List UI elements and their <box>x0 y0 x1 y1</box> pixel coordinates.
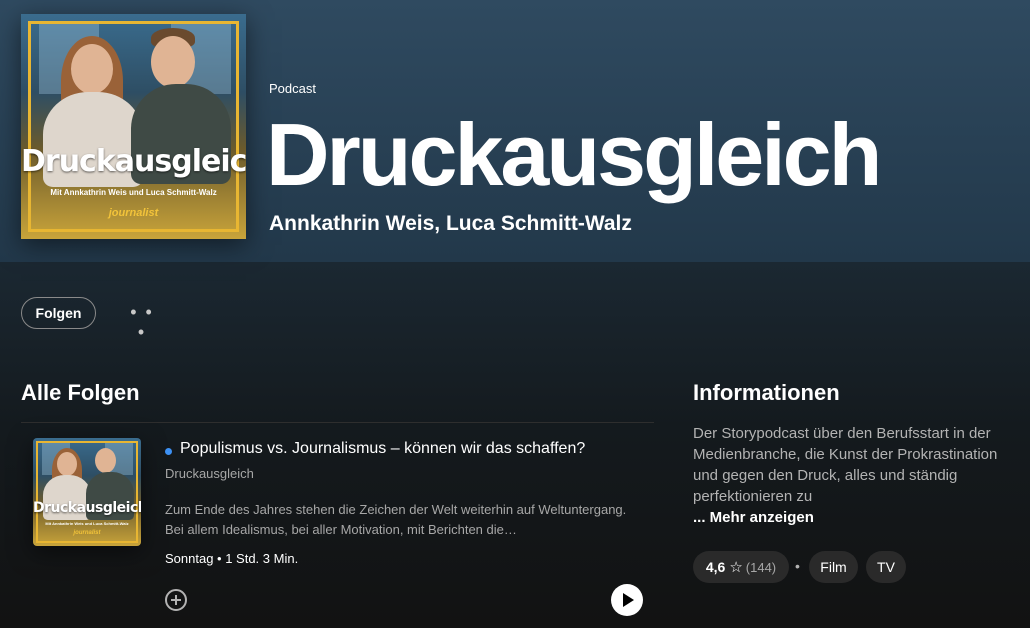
episode-description: Zum Ende des Jahres stehen die Zeichen d… <box>165 502 627 537</box>
unplayed-indicator <box>165 448 172 455</box>
star-icon: ☆ <box>729 559 743 576</box>
cover-title: Druckausgleich <box>33 500 141 516</box>
play-icon <box>623 593 634 607</box>
podcast-cover-art: Druckausgleich Mit Annkathrin Weis und L… <box>21 14 246 239</box>
cover-brand: journalist <box>73 530 101 536</box>
rating-count: (144) <box>745 559 777 575</box>
episode-meta: Sonntag • 1 Std. 3 Min. <box>165 551 299 566</box>
episode-show-name[interactable]: Druckausgleich <box>165 466 254 481</box>
rating-badge[interactable]: 4,6 ☆ (144) <box>693 551 789 583</box>
rating-value: 4,6 <box>705 559 726 575</box>
category-tag-tv[interactable]: TV <box>866 551 906 583</box>
page-title: Druckausgleich <box>266 105 882 204</box>
podcast-description: Der Storypodcast über den Berufsstart in… <box>693 425 998 505</box>
more-options-icon[interactable]: • • • <box>126 302 158 342</box>
episodes-heading: Alle Folgen <box>21 380 140 405</box>
podcast-authors[interactable]: Annkathrin Weis, Luca Schmitt-Walz <box>269 212 632 236</box>
cover-frame <box>28 21 239 232</box>
separator-dot: • <box>795 558 800 574</box>
show-more-link[interactable]: ... Mehr anzeigen <box>693 509 814 526</box>
cover-subtitle: Mit Annkathrin Weis und Luca Schmitt-Wal… <box>50 188 217 197</box>
episode-cover-art[interactable]: Druckausgleich Mit Annkathrin Weis und L… <box>33 438 141 546</box>
cover-brand: journalist <box>108 207 159 219</box>
episodes-divider <box>21 422 654 423</box>
follow-button[interactable]: Folgen <box>21 297 96 329</box>
cover-title: Druckausgleich <box>21 144 246 179</box>
info-heading: Informationen <box>693 380 840 405</box>
category-tag-film[interactable]: Film <box>809 551 858 583</box>
content-type-label: Podcast <box>269 81 316 96</box>
add-to-library-icon[interactable] <box>165 589 187 611</box>
cover-frame <box>36 441 138 543</box>
cover-subtitle: Mit Annkathrin Weis und Luca Schmitt-Wal… <box>45 521 129 526</box>
play-button[interactable] <box>611 584 643 616</box>
episode-title[interactable]: Populismus vs. Journalismus – können wir… <box>180 440 585 458</box>
